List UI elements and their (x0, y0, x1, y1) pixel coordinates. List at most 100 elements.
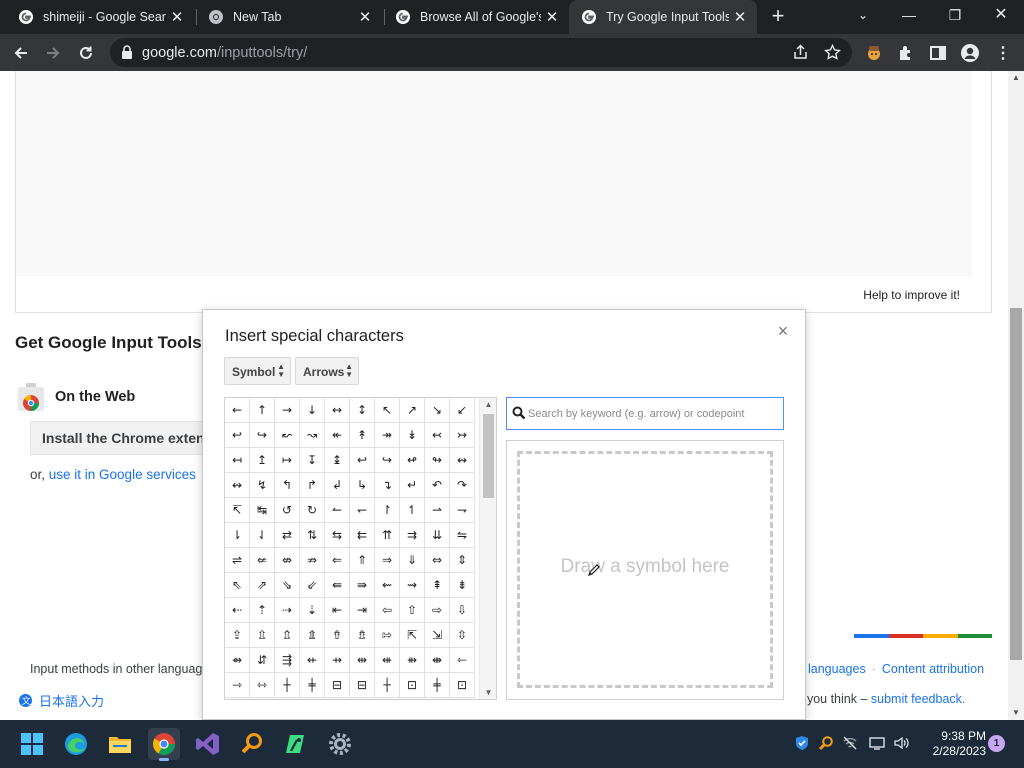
scroll-down-icon[interactable]: ▼ (1008, 706, 1024, 720)
character-cell[interactable]: ← (225, 398, 250, 423)
display-icon[interactable] (866, 732, 888, 754)
character-cell[interactable]: ↻ (300, 498, 325, 523)
character-cell[interactable]: ↱ (300, 473, 325, 498)
google-services-link[interactable]: use it in Google services (49, 467, 196, 482)
file-explorer-icon[interactable] (104, 728, 136, 760)
character-cell[interactable]: ⊟ (350, 673, 375, 698)
scroll-up-icon[interactable]: ▲ (480, 400, 496, 409)
url-text[interactable]: google.com/inputtools/try/ (142, 45, 307, 61)
character-cell[interactable]: ⇬ (275, 623, 300, 648)
character-cell[interactable]: ↾ (375, 498, 400, 523)
chrome-icon[interactable] (148, 728, 180, 761)
character-cell[interactable]: ⇸ (325, 648, 350, 673)
character-cell[interactable]: ⇅ (300, 523, 325, 548)
character-cell[interactable]: ↩ (225, 423, 250, 448)
character-cell[interactable]: ↨ (325, 448, 350, 473)
character-cell[interactable]: ↯ (250, 473, 275, 498)
character-cell[interactable]: ⇺ (375, 648, 400, 673)
character-cell[interactable]: ⇷ (300, 648, 325, 673)
character-cell[interactable]: ↲ (325, 473, 350, 498)
character-cell[interactable]: ⇄ (275, 523, 300, 548)
character-cell[interactable]: ↣ (450, 423, 475, 448)
windows-start-icon[interactable] (16, 728, 48, 760)
character-cell[interactable]: ⇍ (250, 548, 275, 573)
taskbar-clock[interactable]: 9:38 PM 2/28/2023 (920, 729, 986, 759)
character-cell[interactable]: ⇫ (250, 623, 275, 648)
new-tab-button[interactable]: + (766, 4, 790, 30)
character-cell[interactable]: ⇃ (250, 523, 275, 548)
character-cell[interactable]: ↺ (275, 498, 300, 523)
character-cell[interactable]: ↵ (400, 473, 425, 498)
character-cell[interactable]: ↭ (225, 473, 250, 498)
character-cell[interactable]: ⇻ (400, 648, 425, 673)
languages-link[interactable]: languages (808, 662, 866, 676)
page-scrollbar[interactable]: ▲ ▼ (1008, 71, 1024, 720)
character-cell[interactable]: ⇶ (275, 648, 300, 673)
visual-studio-icon[interactable] (192, 728, 224, 760)
character-cell[interactable]: ↫ (400, 448, 425, 473)
close-tab-icon[interactable]: ✕ (729, 8, 751, 26)
character-cell[interactable]: ⇌ (225, 548, 250, 573)
close-dialog-icon[interactable]: × (774, 322, 792, 340)
character-cell[interactable]: ⇢ (275, 598, 300, 623)
character-cell[interactable]: ⇞ (425, 573, 450, 598)
character-cell[interactable]: ↼ (325, 498, 350, 523)
address-bar[interactable]: google.com/inputtools/try/ (110, 38, 852, 67)
character-cell[interactable]: ↶ (425, 473, 450, 498)
character-cell[interactable]: ⇊ (425, 523, 450, 548)
character-cell[interactable]: ┼ (375, 673, 400, 698)
draw-symbol-canvas[interactable]: Draw a symbol here (517, 451, 773, 688)
character-cell[interactable]: ⇹ (350, 648, 375, 673)
character-cell[interactable]: ⇆ (325, 523, 350, 548)
character-cell[interactable]: ↓ (300, 398, 325, 423)
character-cell[interactable]: ↧ (300, 448, 325, 473)
reload-icon[interactable] (73, 40, 99, 66)
character-cell[interactable]: ⇿ (250, 673, 275, 698)
character-cell[interactable]: ⇏ (300, 548, 325, 573)
category-select[interactable]: Symbol ▲ ▼ (224, 357, 291, 385)
character-cell[interactable]: ⇥ (350, 598, 375, 623)
character-cell[interactable]: ↿ (400, 498, 425, 523)
character-cell[interactable]: ⇾ (225, 673, 250, 698)
character-cell[interactable]: ↷ (450, 473, 475, 498)
character-cell[interactable]: ↭ (450, 448, 475, 473)
character-cell[interactable]: ↤ (225, 448, 250, 473)
character-cell[interactable]: ↡ (400, 423, 425, 448)
tab-new-tab[interactable]: New Tab ✕ (196, 0, 382, 34)
security-shield-icon[interactable] (791, 732, 813, 754)
character-cell[interactable]: ↝ (300, 423, 325, 448)
symbol-search-box[interactable] (506, 397, 784, 430)
character-cell[interactable]: ⇇ (350, 523, 375, 548)
character-cell[interactable]: ⇯ (350, 623, 375, 648)
character-cell[interactable]: ↔ (325, 398, 350, 423)
character-cell[interactable]: ⇎ (275, 548, 300, 573)
character-cell[interactable]: ⇕ (450, 548, 475, 573)
character-cell[interactable]: ↗ (400, 398, 425, 423)
character-cell[interactable]: ⇝ (400, 573, 425, 598)
character-cell[interactable]: ⊟ (325, 673, 350, 698)
character-cell[interactable]: ⇋ (450, 523, 475, 548)
character-cell[interactable]: ⇒ (375, 548, 400, 573)
close-window-icon[interactable]: ✕ (978, 0, 1024, 30)
notification-badge[interactable]: 1 (988, 735, 1005, 752)
character-cell[interactable]: ↦ (275, 448, 300, 473)
close-tab-icon[interactable]: ✕ (541, 8, 563, 26)
character-cell[interactable]: ⇗ (250, 573, 275, 598)
character-cell[interactable]: ↬ (425, 448, 450, 473)
character-cell[interactable]: ↽ (350, 498, 375, 523)
side-panel-icon[interactable] (925, 40, 951, 66)
settings-icon[interactable] (324, 728, 356, 760)
search-tool-icon[interactable] (236, 728, 268, 760)
character-cell[interactable]: ⇈ (375, 523, 400, 548)
character-cell[interactable]: ↢ (425, 423, 450, 448)
character-cell[interactable]: ⇴ (225, 648, 250, 673)
character-cell[interactable]: ↞ (325, 423, 350, 448)
subcategory-select[interactable]: Arrows ▲ ▼ (295, 357, 359, 385)
character-cell[interactable]: ⇑ (350, 548, 375, 573)
character-cell[interactable]: ↥ (250, 448, 275, 473)
close-tab-icon[interactable]: ✕ (354, 8, 376, 26)
character-cell[interactable]: ⇵ (250, 648, 275, 673)
scroll-down-icon[interactable]: ▼ (480, 688, 496, 697)
text-input-area[interactable] (16, 71, 972, 276)
character-cell[interactable]: ⇱ (400, 623, 425, 648)
